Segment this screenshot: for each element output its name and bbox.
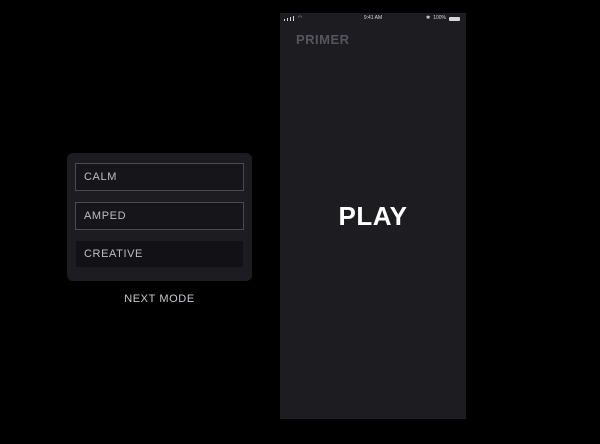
- status-bar: ◠ 9:41 AM ✱ 100%: [280, 13, 466, 25]
- play-button[interactable]: PLAY: [280, 201, 466, 232]
- battery-icon: [449, 16, 460, 21]
- mode-option-calm[interactable]: CALM: [75, 163, 244, 191]
- mode-option-creative[interactable]: CREATIVE: [75, 240, 244, 268]
- app-title: PRIMER: [296, 32, 350, 47]
- status-right: ✱ 100%: [426, 16, 460, 21]
- phone-screen: ◠ 9:41 AM ✱ 100% PRIMER PLAY: [280, 13, 466, 419]
- mode-picker-card: CALM AMPED CREATIVE: [67, 153, 252, 281]
- next-mode-button[interactable]: NEXT MODE: [67, 293, 252, 305]
- battery-percent: 100%: [433, 15, 446, 21]
- mode-option-amped[interactable]: AMPED: [75, 202, 244, 230]
- bluetooth-icon: ✱: [426, 15, 431, 21]
